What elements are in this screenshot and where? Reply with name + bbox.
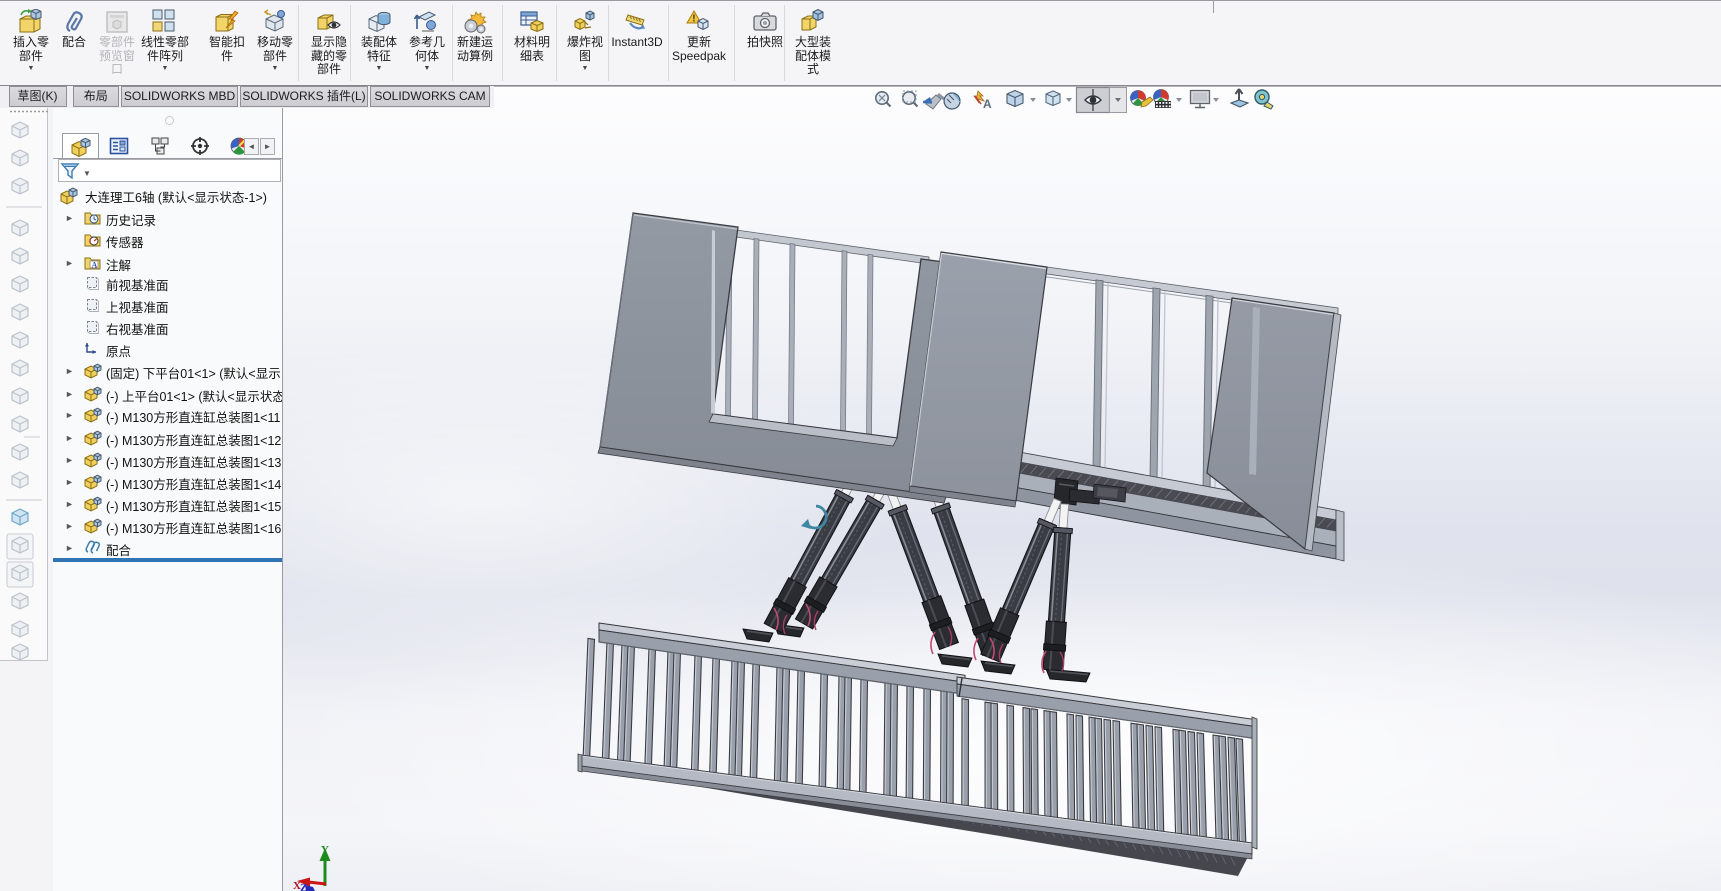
svg-text:A: A [92,261,98,270]
svg-text:!: ! [692,14,695,25]
svg-text:Z: Z [300,882,307,891]
svg-text:A: A [983,97,992,111]
svg-text:Y: Y [321,844,329,856]
